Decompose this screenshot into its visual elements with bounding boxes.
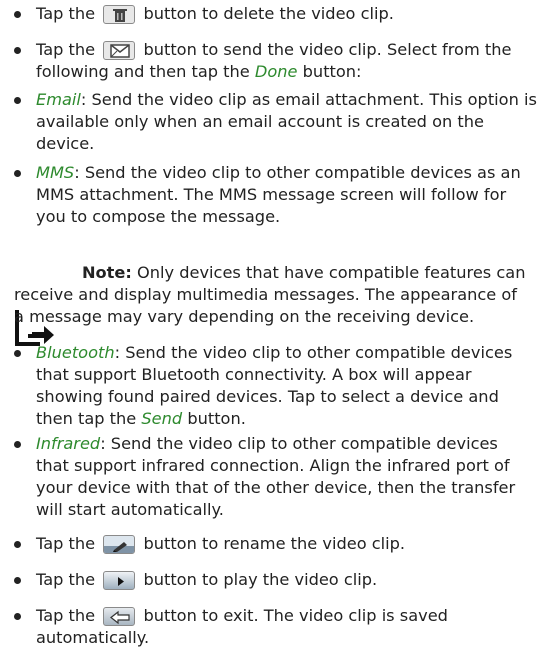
mms-line3: you to compose the message. bbox=[36, 207, 281, 226]
bullet bbox=[14, 613, 21, 620]
note-line3: a message may vary depending on the rece… bbox=[14, 307, 475, 326]
bluetooth-line3: showing found paired devices. Tap to sel… bbox=[36, 387, 499, 406]
note-text: Note: Only devices that have compatible … bbox=[82, 263, 526, 282]
bullet bbox=[14, 170, 21, 177]
bullet bbox=[14, 97, 21, 104]
delete-item: Tap the button to delete the video clip. bbox=[36, 4, 394, 24]
mms-line2: MMS attachment. The MMS message screen w… bbox=[36, 185, 507, 204]
email-line3: device. bbox=[36, 134, 95, 153]
exit-item: Tap the button to exit. The video clip i… bbox=[36, 606, 448, 626]
back-arrow-icon bbox=[103, 607, 136, 626]
play-icon bbox=[103, 571, 136, 590]
trash-icon bbox=[103, 5, 136, 24]
bluetooth-label: Bluetooth bbox=[36, 343, 115, 362]
bullet bbox=[14, 11, 21, 18]
infrared-line2: that support infrared connection. Align … bbox=[36, 456, 510, 475]
send-item: Tap the button to send the video clip. S… bbox=[36, 40, 512, 60]
send-link: Send bbox=[141, 409, 183, 428]
infrared-item: Infrared: Send the video clip to other c… bbox=[36, 434, 498, 453]
note-label: Note: bbox=[82, 263, 132, 282]
envelope-icon bbox=[103, 41, 136, 60]
bullet bbox=[14, 441, 21, 448]
bluetooth-item: Bluetooth: Send the video clip to other … bbox=[36, 343, 513, 362]
note-line2: receive and display multimedia messages.… bbox=[14, 285, 517, 304]
email-label: Email bbox=[36, 90, 81, 109]
bullet bbox=[14, 47, 21, 54]
bullet bbox=[14, 350, 21, 357]
done-link: Done bbox=[254, 62, 298, 81]
mms-label: MMS bbox=[36, 163, 75, 182]
infrared-line4: will start automatically. bbox=[36, 500, 224, 519]
play-item: Tap the button to play the video clip. bbox=[36, 570, 378, 590]
infrared-line3: your device with that of the other devic… bbox=[36, 478, 516, 497]
email-line2: available only when an email account is … bbox=[36, 112, 484, 131]
rename-icon bbox=[103, 535, 136, 554]
bullet bbox=[14, 577, 21, 584]
rename-item: Tap the button to rename the video clip. bbox=[36, 534, 406, 554]
bluetooth-line2: that support Bluetooth connectivity. A b… bbox=[36, 365, 472, 384]
infrared-label: Infrared bbox=[36, 434, 101, 453]
exit-line2: automatically. bbox=[36, 628, 150, 647]
send-item-line2: following and then tap the Done button: bbox=[36, 62, 362, 81]
mms-item: MMS: Send the video clip to other compat… bbox=[36, 163, 521, 182]
bluetooth-line4: then tap the Send button. bbox=[36, 409, 246, 428]
email-item: Email: Send the video clip as email atta… bbox=[36, 90, 537, 109]
bullet bbox=[14, 541, 21, 548]
